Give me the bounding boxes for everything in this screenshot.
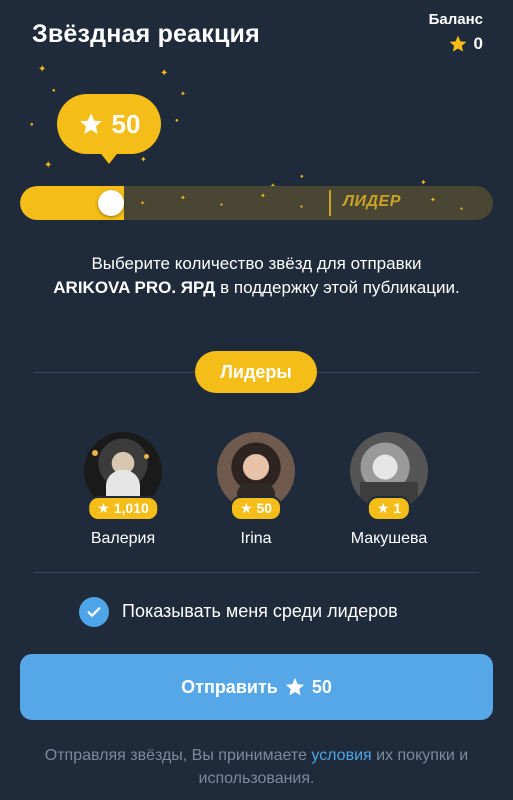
terms-footer: Отправляя звёзды, Вы принимаете условия …	[40, 744, 473, 790]
description-line: Выберите количество звёзд для отправки	[91, 254, 422, 273]
leader-item[interactable]: ★ 50 Irina	[196, 432, 316, 548]
send-button[interactable]: Отправить 50	[20, 654, 493, 720]
bubble-tail	[98, 150, 120, 164]
slider-thumb[interactable]	[98, 190, 124, 216]
show-me-checkbox[interactable]	[79, 597, 109, 627]
leader-item[interactable]: ★ 1 Макушева	[329, 432, 449, 548]
leader-stars-badge: ★ 1,010	[87, 496, 159, 521]
leader-name: Валерия	[90, 530, 156, 547]
bubble-value: 50	[111, 108, 141, 139]
leaders-pill: Лидеры	[195, 351, 317, 393]
balance-value-row: 0	[448, 34, 483, 54]
description-text: Выберите количество звёзд для отправки A…	[40, 252, 473, 300]
star-slider[interactable]: ✦ ● ✦ ● ✦ ● ✦	[20, 186, 493, 220]
leader-name: Макушева	[350, 530, 428, 547]
description-rest: в поддержку этой публикации.	[215, 278, 460, 297]
footer-prefix: Отправляя звёзды, Вы принимаете	[44, 747, 312, 764]
page-title: Звёздная реакция	[32, 20, 260, 48]
balance-label: Баланс	[428, 11, 483, 28]
section-divider	[34, 572, 479, 573]
checkmark-icon	[87, 607, 101, 617]
leader-stars-badge: ★ 50	[229, 496, 283, 521]
star-icon	[285, 677, 305, 696]
star-amount-bubble: 50	[57, 94, 161, 154]
send-button-value: 50	[311, 676, 332, 697]
leader-marker	[329, 190, 331, 216]
leader-stars-badge: ★ 1	[366, 496, 412, 521]
send-button-label: Отправить	[181, 676, 278, 697]
leader-name: Irina	[240, 530, 272, 547]
leader-item[interactable]: ★ 1,010 Валерия	[63, 432, 183, 548]
star-icon	[79, 113, 102, 134]
leader-marker-label: ЛИДЕР	[343, 193, 401, 210]
terms-link[interactable]: условия	[311, 747, 371, 764]
balance-value: 0	[473, 34, 483, 53]
star-icon	[449, 35, 466, 52]
show-me-label[interactable]: Показывать меня среди лидеров	[122, 601, 398, 622]
channel-name: ARIKOVA PRO. ЯРД	[53, 278, 216, 297]
